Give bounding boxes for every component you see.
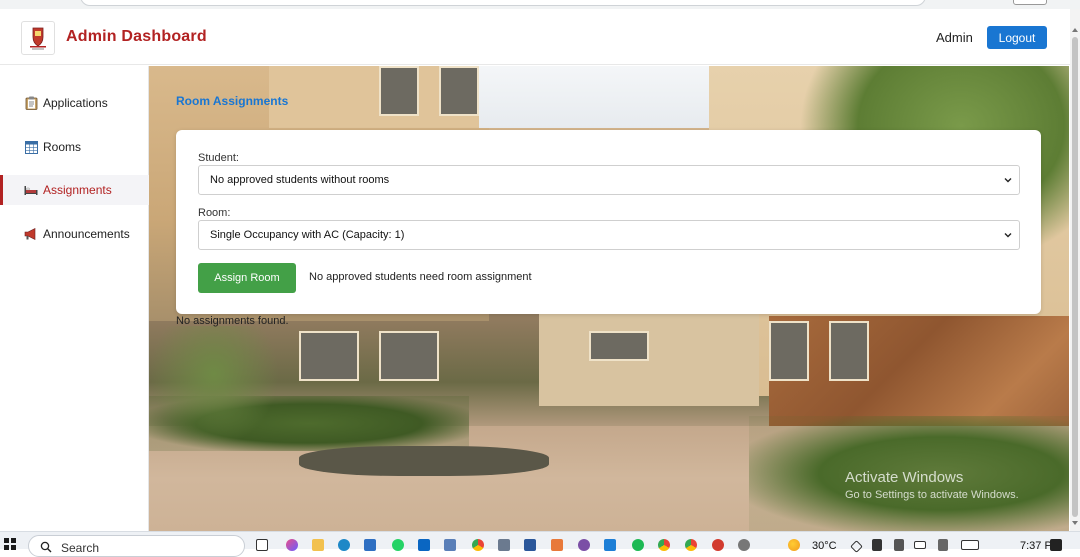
windows-start-icon[interactable] [4,538,16,550]
notifications-icon[interactable] [1050,539,1062,551]
volume-icon[interactable] [872,539,882,551]
copilot-icon[interactable] [286,539,298,551]
taskbar-search-box[interactable]: Search [28,535,245,557]
sidebar-item-label: Assignments [43,183,112,197]
planter-bed [299,446,549,476]
chevron-up-icon[interactable] [850,540,863,553]
chrome-icon[interactable] [685,539,697,551]
window [299,331,359,381]
sidebar-item-label: Applications [43,96,108,110]
chevron-down-icon [1004,233,1012,238]
browser-toolbar [0,0,1080,9]
window [439,66,479,116]
word-icon[interactable] [524,539,536,551]
app-icon[interactable] [712,539,724,551]
page-title: Admin Dashboard [66,28,207,45]
university-logo [21,21,55,55]
current-user-label: Admin [936,30,973,45]
browser-extension-button[interactable] [1013,0,1047,5]
assignment-status-message: No approved students need room assignmen… [309,271,532,283]
main-content: Room Assignments Student: No approved st… [149,66,1069,531]
student-label: Student: [198,152,239,164]
scroll-up-arrow-icon[interactable] [1071,26,1079,34]
wifi-icon[interactable] [894,539,904,551]
sky-area [479,66,709,128]
clipboard-icon [24,96,38,110]
megaphone-icon [24,227,38,241]
crest-icon [30,27,46,50]
battery-icon[interactable] [914,541,926,549]
weather-icon[interactable] [788,539,800,551]
spotify-icon[interactable] [632,539,644,551]
student-select-value: No approved students without rooms [210,174,390,186]
weather-temperature: 30°C [812,540,837,552]
empty-assignments-message: No assignments found. [176,315,289,327]
taskbar-search-label: Search [61,541,100,555]
watermark-subtitle: Go to Settings to activate Windows. [845,489,1019,501]
room-label: Room: [198,207,231,219]
window [589,331,649,361]
bed-icon [24,183,38,197]
file-explorer-icon[interactable] [312,539,324,551]
window [829,321,869,381]
app-icon[interactable] [498,539,510,551]
outlook-icon[interactable] [418,539,430,551]
app-icon[interactable] [578,539,590,551]
assignment-form-card: Student: No approved students without ro… [176,130,1041,314]
store-icon[interactable] [364,539,376,551]
windows-taskbar: Search 30°C 7:37 PM [0,531,1080,557]
sidebar-item-assignments[interactable]: Assignments [0,175,149,205]
activate-windows-watermark: Activate Windows Go to Settings to activ… [845,469,1019,501]
edge-icon[interactable] [338,539,350,551]
scroll-down-arrow-icon[interactable] [1071,519,1079,527]
room-select[interactable]: Single Occupancy with AC (Capacity: 1) [198,220,1020,250]
logout-button[interactable]: Logout [987,26,1047,49]
app-icon[interactable] [551,539,563,551]
task-view-icon[interactable] [256,539,268,551]
sidebar-item-rooms[interactable]: Rooms [0,132,149,162]
settings-gear-icon[interactable] [738,539,750,551]
window [379,66,419,116]
watermark-title: Activate Windows [845,469,964,486]
palm-tree [149,326,279,446]
vscode-icon[interactable] [604,539,616,551]
assign-room-button[interactable]: Assign Room [198,263,296,293]
window [379,331,439,381]
page-scrollbar[interactable] [1070,9,1080,531]
chevron-down-icon [1004,178,1012,183]
photos-icon[interactable] [444,539,456,551]
sidebar-item-label: Announcements [43,227,130,241]
chrome-icon[interactable] [472,539,484,551]
sidebar-item-announcements[interactable]: Announcements [0,219,149,249]
student-select[interactable]: No approved students without rooms [198,165,1020,195]
chrome-icon[interactable] [658,539,670,551]
room-select-value: Single Occupancy with AC (Capacity: 1) [210,229,405,241]
sidebar-item-label: Rooms [43,140,82,154]
whatsapp-icon[interactable] [392,539,404,551]
section-title: Room Assignments [176,94,289,108]
calendar-grid-icon [24,140,38,154]
address-bar[interactable] [80,0,926,6]
sidebar: Applications Rooms Assignments Announcem… [0,66,149,531]
scrollbar-thumb[interactable] [1072,37,1078,517]
app-header: Admin Dashboard Admin Logout [0,9,1070,65]
pen-icon[interactable] [938,539,948,551]
sidebar-item-applications[interactable]: Applications [0,88,149,118]
search-icon [40,541,52,553]
window [769,321,809,381]
